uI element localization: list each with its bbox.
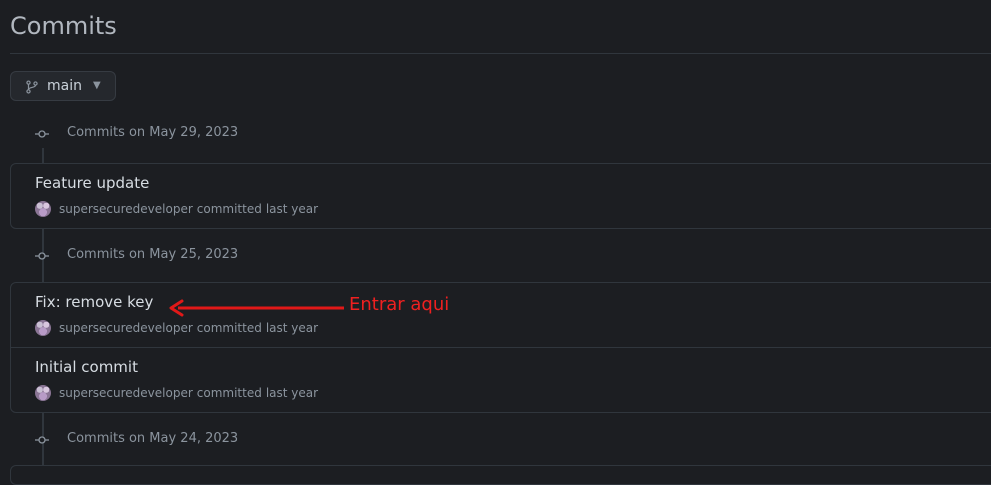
commit-row[interactable]: Initial commit supersecuredeveloper comm… xyxy=(11,348,991,412)
commit-meta: supersecuredeveloper committed last year xyxy=(35,320,318,336)
commit-title-link[interactable]: Fix: remove key xyxy=(35,293,153,311)
commit-list xyxy=(10,465,991,485)
annotation-label: Entrar aqui xyxy=(349,294,450,315)
timeline-line xyxy=(42,148,44,164)
commit-time: last year xyxy=(265,386,319,400)
commit-author-link[interactable]: supersecuredeveloper xyxy=(59,321,193,335)
commit-row[interactable]: Feature update supersecuredeveloper comm… xyxy=(11,164,991,228)
commit-group-label: Commits on May 25, 2023 xyxy=(67,247,239,262)
commit-author-link[interactable]: supersecuredeveloper xyxy=(59,386,193,400)
title-divider xyxy=(10,53,991,54)
commit-time: last year xyxy=(265,202,319,216)
commit-action: committed xyxy=(196,321,262,335)
commit-group-label: Commits on May 24, 2023 xyxy=(67,431,239,446)
commit-title-link[interactable]: Feature update xyxy=(35,174,149,192)
git-branch-icon xyxy=(26,80,38,94)
avatar[interactable] xyxy=(35,320,51,336)
commit-action: committed xyxy=(196,386,262,400)
commit-action: committed xyxy=(196,202,262,216)
commit-group-label: Commits on May 29, 2023 xyxy=(67,125,239,140)
branch-name: main xyxy=(47,78,82,94)
avatar[interactable] xyxy=(35,385,51,401)
git-commit-icon xyxy=(35,252,49,260)
commit-meta: supersecuredeveloper committed last year xyxy=(35,201,318,217)
avatar[interactable] xyxy=(35,201,51,217)
commit-author-link[interactable]: supersecuredeveloper xyxy=(59,202,193,216)
commit-title-link[interactable]: Initial commit xyxy=(35,358,138,376)
arrow-left-icon xyxy=(169,299,344,317)
caret-down-icon: ▼ xyxy=(93,80,101,91)
page-title: Commits xyxy=(10,12,117,40)
commit-list: Feature update supersecuredeveloper comm… xyxy=(10,163,991,229)
commit-meta: supersecuredeveloper committed last year xyxy=(35,385,318,401)
commit-row[interactable]: Fix: remove key supersecuredeveloper com… xyxy=(11,283,991,347)
commit-time: last year xyxy=(265,321,319,335)
git-commit-icon xyxy=(35,436,49,444)
branch-selector-button[interactable]: main ▼ xyxy=(10,71,116,101)
commit-list: Fix: remove key supersecuredeveloper com… xyxy=(10,282,991,413)
git-commit-icon xyxy=(35,130,49,138)
